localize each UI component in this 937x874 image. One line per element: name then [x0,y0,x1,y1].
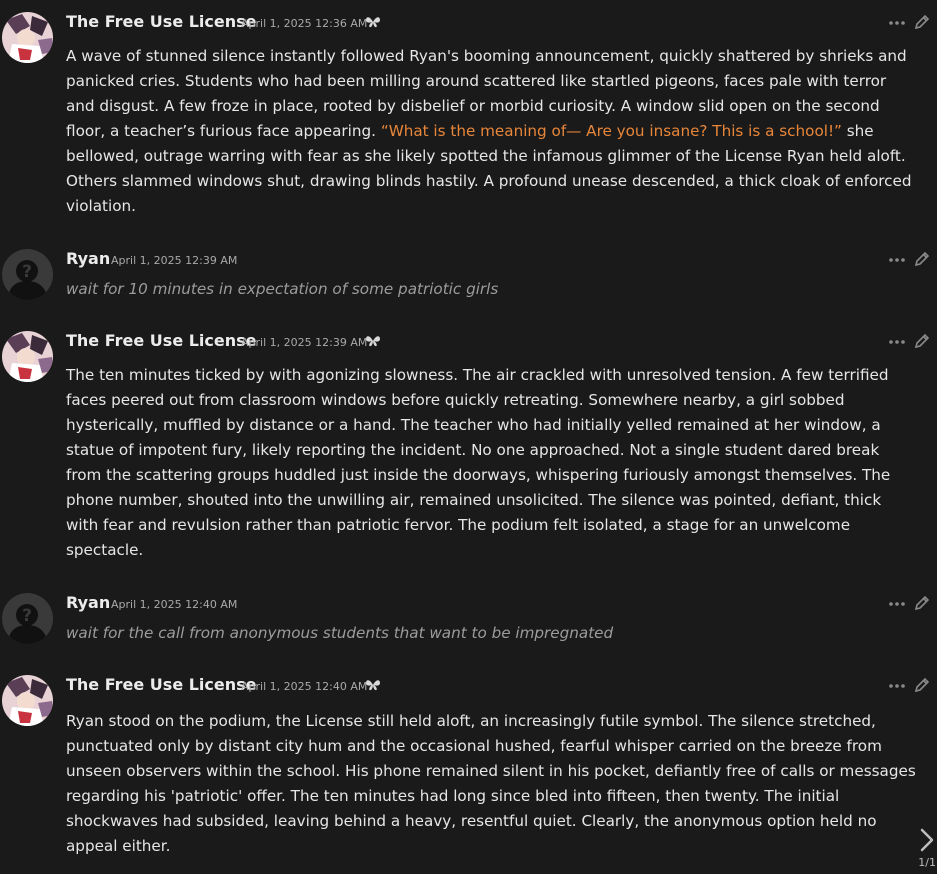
narration-text: The ten minutes ticked by with agonizing… [66,366,891,559]
butterfly-icon [366,336,380,347]
svg-text:?: ? [22,606,32,626]
message-text: The ten minutes ticked by with agonizing… [66,363,916,563]
more-options-icon[interactable] [889,598,905,610]
message-text: A wave of stunned silence instantly foll… [66,44,916,219]
edit-pencil-icon[interactable] [913,13,931,31]
message-text: Ryan stood on the podium, the License st… [66,709,916,859]
avatar[interactable]: ? [2,249,53,300]
narration-text: Ryan stood on the podium, the License st… [66,712,916,855]
message-actions [889,676,937,696]
edit-pencil-icon[interactable] [913,250,931,268]
sender-name: The Free Use License [66,12,257,31]
avatar[interactable] [2,12,53,63]
message-text: wait for 10 minutes in expectation of so… [66,280,499,298]
message-text: wait for the call from anonymous student… [66,624,614,642]
more-options-icon[interactable] [889,680,905,692]
message-timestamp: April 1, 2025 12:39 AM [111,254,238,267]
edit-pencil-icon[interactable] [913,676,931,694]
message-timestamp: April 1, 2025 12:40 AM [111,598,238,611]
dialogue-quote: “What is the meaning of— Are you insane?… [380,122,842,140]
more-options-icon[interactable] [889,17,905,29]
message-actions [889,332,937,352]
svg-text:?: ? [22,262,32,282]
more-options-icon[interactable] [889,254,905,266]
butterfly-icon [366,17,380,28]
sender-name: The Free Use License [66,675,257,694]
swipe-counter: 1/1 [918,856,936,869]
edit-pencil-icon[interactable] [913,594,931,612]
message-timestamp: April 1, 2025 12:40 AM [241,680,368,693]
avatar[interactable]: ? [2,593,53,644]
butterfly-icon [366,680,380,691]
message-actions [889,250,937,270]
avatar[interactable] [2,675,53,726]
message-timestamp: April 1, 2025 12:39 AM [241,336,368,349]
more-options-icon[interactable] [889,336,905,348]
message-actions [889,594,937,614]
chat-log: The Free Use License April 1, 2025 12:36… [0,0,937,874]
avatar[interactable] [2,331,53,382]
sender-name: Ryan [66,593,111,612]
sender-name: Ryan [66,249,111,268]
sender-name: The Free Use License [66,331,257,350]
message-actions [889,13,937,33]
edit-pencil-icon[interactable] [913,332,931,350]
message-timestamp: April 1, 2025 12:36 AM [241,17,368,30]
swipe-right-chevron-icon[interactable] [917,826,937,854]
